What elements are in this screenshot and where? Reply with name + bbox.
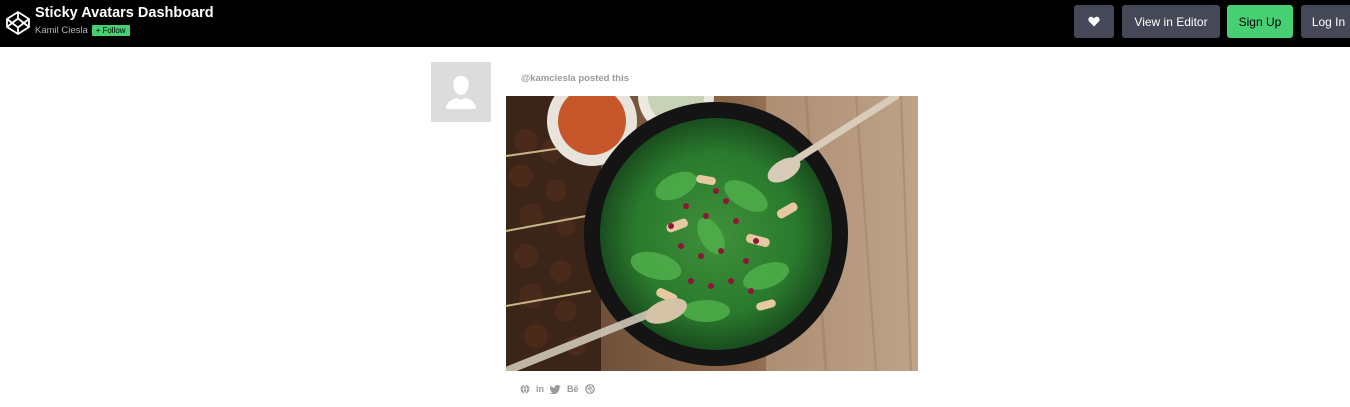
top-bar: Sticky Avatars Dashboard Kamil Ciesla + …: [0, 0, 1350, 47]
avatar[interactable]: [431, 62, 491, 122]
dribbble-icon[interactable]: [584, 383, 595, 395]
follow-button[interactable]: + Follow: [91, 24, 130, 36]
log-in-button[interactable]: Log In: [1301, 5, 1350, 38]
sign-up-button[interactable]: Sign Up: [1227, 5, 1293, 38]
post-image: [506, 96, 918, 371]
codepen-logo-icon[interactable]: [5, 10, 31, 36]
author-row: Kamil Ciesla + Follow: [35, 24, 130, 36]
behance-icon[interactable]: Bē: [567, 383, 579, 395]
heart-button[interactable]: [1074, 5, 1114, 38]
linkedin-icon[interactable]: in: [536, 383, 544, 395]
globe-icon[interactable]: [520, 383, 530, 395]
posted-by-text: @kamciesla posted this: [521, 73, 629, 84]
user-placeholder-icon: [431, 62, 491, 122]
follow-label: Follow: [102, 25, 126, 35]
plus-icon: +: [95, 25, 101, 35]
social-links: in Bē: [520, 383, 595, 395]
view-in-editor-button[interactable]: View in Editor: [1122, 5, 1220, 38]
heart-icon: [1088, 16, 1100, 27]
pen-title[interactable]: Sticky Avatars Dashboard: [35, 5, 214, 21]
salad-photo: [506, 96, 918, 371]
author-name[interactable]: Kamil Ciesla: [35, 25, 88, 36]
twitter-icon[interactable]: [550, 383, 561, 395]
